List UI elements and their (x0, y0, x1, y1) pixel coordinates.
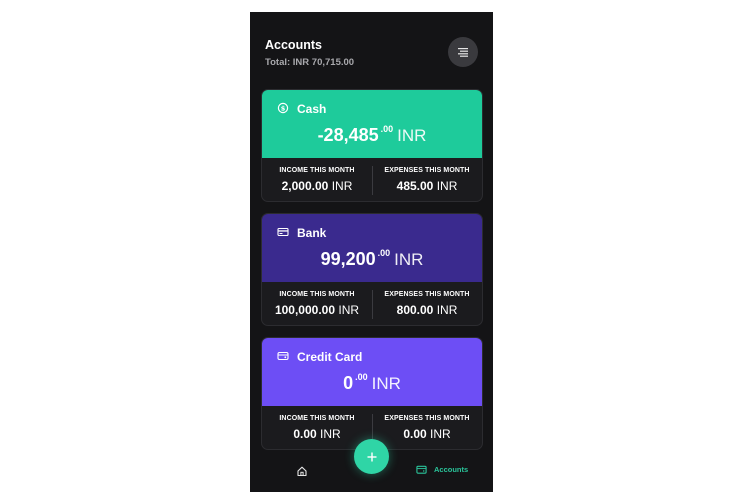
page-title: Accounts (265, 38, 322, 52)
menu-button[interactable] (448, 37, 478, 67)
income-stat: INCOME THIS MONTH 100,000.00 INR (262, 282, 372, 325)
card-header: Credit Card 0.00 INR (262, 338, 482, 406)
expense-amount: 0.00 INR (372, 427, 482, 441)
menu-lines-icon (458, 48, 468, 57)
nav-label-accounts: Accounts (434, 465, 469, 474)
balance-decimal: .00 (380, 124, 394, 134)
income-amount: 100,000.00 INR (262, 303, 372, 317)
add-account-button[interactable] (354, 439, 389, 474)
expense-label: EXPENSES THIS MONTH (384, 415, 470, 422)
income-value: 0.00 (293, 427, 317, 441)
expense-amount: 485.00 INR (372, 179, 482, 193)
home-icon[interactable] (296, 465, 308, 477)
account-name: Bank (297, 226, 327, 240)
account-card-bank[interactable]: Bank 99,200.00 INR INCOME THIS MONTH 100,… (261, 213, 483, 326)
income-currency: INR (331, 179, 353, 193)
income-currency: INR (338, 303, 360, 317)
income-label: INCOME THIS MONTH (279, 167, 355, 174)
expense-stat: EXPENSES THIS MONTH 485.00 INR (372, 158, 482, 201)
income-value: 100,000.00 (274, 303, 336, 317)
expense-currency: INR (436, 303, 458, 317)
income-label: INCOME THIS MONTH (279, 415, 355, 422)
balance-decimal: .00 (355, 372, 368, 382)
account-card-credit[interactable]: Credit Card 0.00 INR INCOME THIS MONTH 0.… (261, 337, 483, 450)
account-name: Credit Card (297, 350, 363, 364)
app-screen: Accounts Total: INR 70,715.00 $ Cash -28… (250, 12, 493, 492)
expense-label: EXPENSES THIS MONTH (384, 291, 470, 298)
income-amount: 0.00 INR (262, 427, 372, 441)
expense-value: 0.00 (403, 427, 427, 441)
dollar-coin-icon: $ (277, 102, 289, 114)
income-stat: INCOME THIS MONTH 0.00 INR (262, 406, 372, 449)
balance-decimal: .00 (377, 248, 391, 258)
balance-integer: 99,200 (320, 249, 376, 269)
balance-currency: INR (397, 126, 427, 145)
balance-currency: INR (371, 374, 401, 393)
nav-item-accounts[interactable]: Accounts (416, 464, 468, 475)
income-label: INCOME THIS MONTH (279, 291, 355, 298)
expense-value: 485.00 (396, 179, 434, 193)
income-currency: INR (320, 427, 341, 441)
expense-amount: 800.00 INR (372, 303, 482, 317)
expense-stat: EXPENSES THIS MONTH 800.00 INR (372, 282, 482, 325)
card-stats: INCOME THIS MONTH 100,000.00 INR EXPENSE… (262, 282, 482, 325)
wallet-icon (416, 465, 427, 474)
svg-text:$: $ (281, 104, 286, 112)
account-balance: -28,485.00 INR (262, 124, 482, 146)
expense-stat: EXPENSES THIS MONTH 0.00 INR (372, 406, 482, 449)
account-card-cash[interactable]: $ Cash -28,485.00 INR INCOME THIS MONTH 2… (261, 89, 483, 202)
card-header: Bank 99,200.00 INR (262, 214, 482, 282)
card-header: $ Cash -28,485.00 INR (262, 90, 482, 158)
income-stat: INCOME THIS MONTH 2,000.00 INR (262, 158, 372, 201)
account-balance: 99,200.00 INR (262, 248, 482, 270)
expense-currency: INR (436, 179, 458, 193)
balance-currency: INR (394, 250, 424, 269)
expense-currency: INR (430, 427, 451, 441)
credit-card-icon (277, 351, 289, 361)
expense-value: 800.00 (396, 303, 434, 317)
account-name: Cash (297, 102, 327, 116)
expense-label: EXPENSES THIS MONTH (384, 167, 470, 174)
balance-integer: -28,485 (317, 125, 379, 145)
income-value: 2,000.00 (281, 179, 329, 193)
card-stats: INCOME THIS MONTH 2,000.00 INR EXPENSES … (262, 158, 482, 201)
income-amount: 2,000.00 INR (262, 179, 372, 193)
bank-card-icon (277, 227, 289, 237)
account-balance: 0.00 INR (262, 372, 482, 394)
plus-icon (367, 452, 376, 461)
total-balance: Total: INR 70,715.00 (265, 57, 355, 68)
balance-integer: 0 (343, 373, 354, 393)
header: Accounts Total: INR 70,715.00 (265, 38, 354, 68)
